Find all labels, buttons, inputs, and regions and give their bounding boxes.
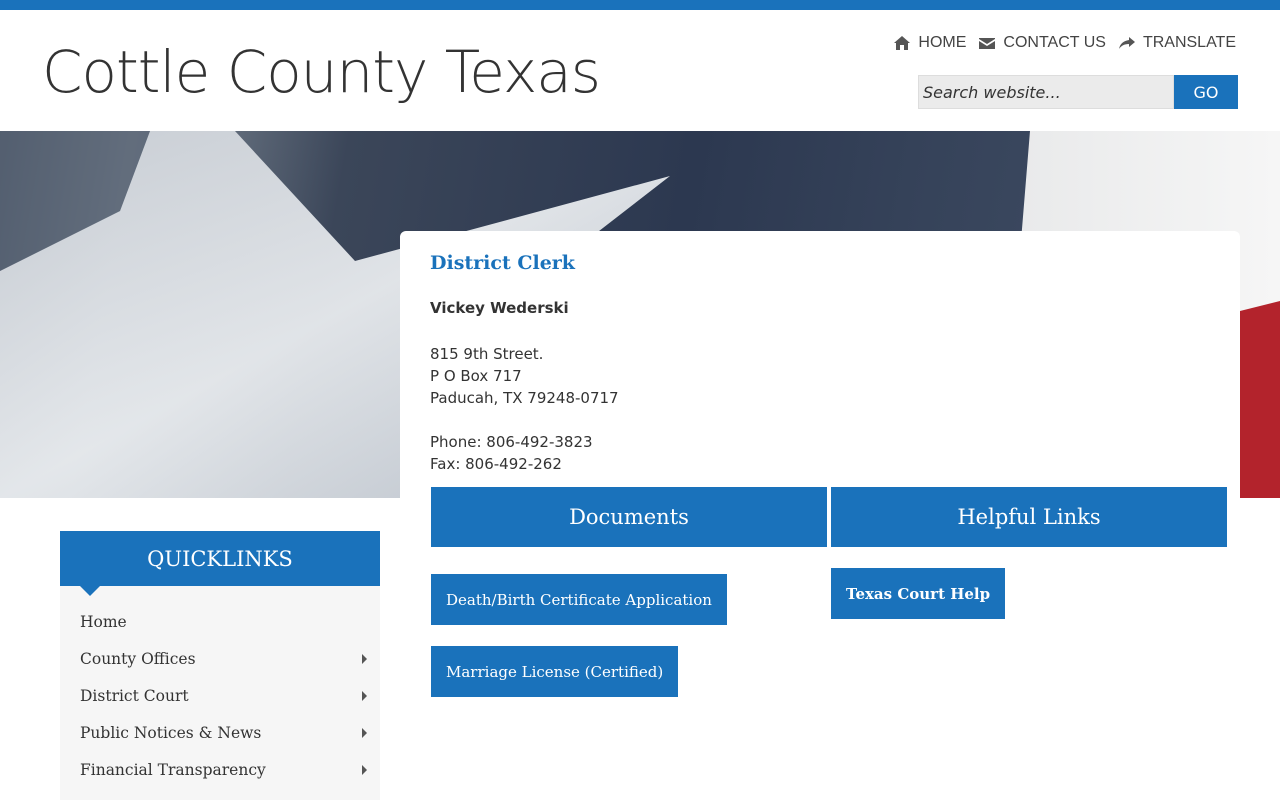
caret-right-icon xyxy=(362,727,367,738)
documents-heading: Documents xyxy=(431,487,827,547)
quicklink-county-offices[interactable]: County Offices xyxy=(60,640,380,677)
quicklink-district-court[interactable]: District Court xyxy=(60,677,380,714)
quicklink-financial-transparency[interactable]: Financial Transparency xyxy=(60,751,380,788)
home-icon xyxy=(894,36,911,50)
quicklink-label: Public Notices & News xyxy=(80,723,262,742)
search-input[interactable] xyxy=(918,75,1174,109)
page-title: District Clerk xyxy=(430,252,575,274)
office-contact: Phone: 806-492-3823 Fax: 806-492-262 xyxy=(430,431,593,475)
utility-nav: HOME CONTACT US TRANSLATE xyxy=(893,34,1236,52)
share-arrow-icon xyxy=(1118,37,1135,49)
quicklinks-pointer xyxy=(80,586,100,596)
quicklink-label: District Court xyxy=(80,686,189,705)
quicklink-label: County Offices xyxy=(80,649,196,668)
quicklink-label: Financial Transparency xyxy=(80,760,266,779)
nav-home-link[interactable]: HOME xyxy=(893,34,966,52)
site-title[interactable]: Cottle County Texas xyxy=(42,38,601,106)
quicklink-home[interactable]: Home xyxy=(60,603,380,640)
texas-court-help-link[interactable]: Texas Court Help xyxy=(831,568,1006,619)
top-accent-bar xyxy=(0,0,1280,10)
marriage-license-link[interactable]: Marriage License (Certified) xyxy=(431,646,679,697)
caret-right-icon xyxy=(362,690,367,701)
site-search-form: GO xyxy=(918,75,1238,109)
site-header: Cottle County Texas HOME CONTACT US TRAN… xyxy=(0,10,1280,131)
search-go-button[interactable]: GO xyxy=(1174,75,1238,109)
nav-contact-label: CONTACT US xyxy=(1003,34,1106,51)
quicklink-label: Home xyxy=(80,612,127,631)
address-line: 815 9th Street. xyxy=(430,345,544,363)
official-name: Vickey Wederski xyxy=(430,299,569,317)
office-address: 815 9th Street. P O Box 717 Paducah, TX … xyxy=(430,343,619,409)
envelope-icon xyxy=(979,38,996,49)
quicklinks-heading: QUICKLINKS xyxy=(60,531,380,586)
nav-home-label: HOME xyxy=(918,34,967,51)
helpful-links-heading: Helpful Links xyxy=(831,487,1227,547)
nav-translate-link[interactable]: TRANSLATE xyxy=(1118,34,1236,52)
quicklink-public-notices[interactable]: Public Notices & News xyxy=(60,714,380,751)
caret-right-icon xyxy=(362,764,367,775)
address-line: Paducah, TX 79248-0717 xyxy=(430,389,619,407)
nav-translate-label: TRANSLATE xyxy=(1142,34,1236,51)
caret-right-icon xyxy=(362,653,367,664)
nav-contact-link[interactable]: CONTACT US xyxy=(978,34,1106,52)
phone-number: Phone: 806-492-3823 xyxy=(430,433,593,451)
death-birth-certificate-link[interactable]: Death/Birth Certificate Application xyxy=(431,574,727,625)
fax-number: Fax: 806-492-262 xyxy=(430,455,562,473)
address-line: P O Box 717 xyxy=(430,367,522,385)
